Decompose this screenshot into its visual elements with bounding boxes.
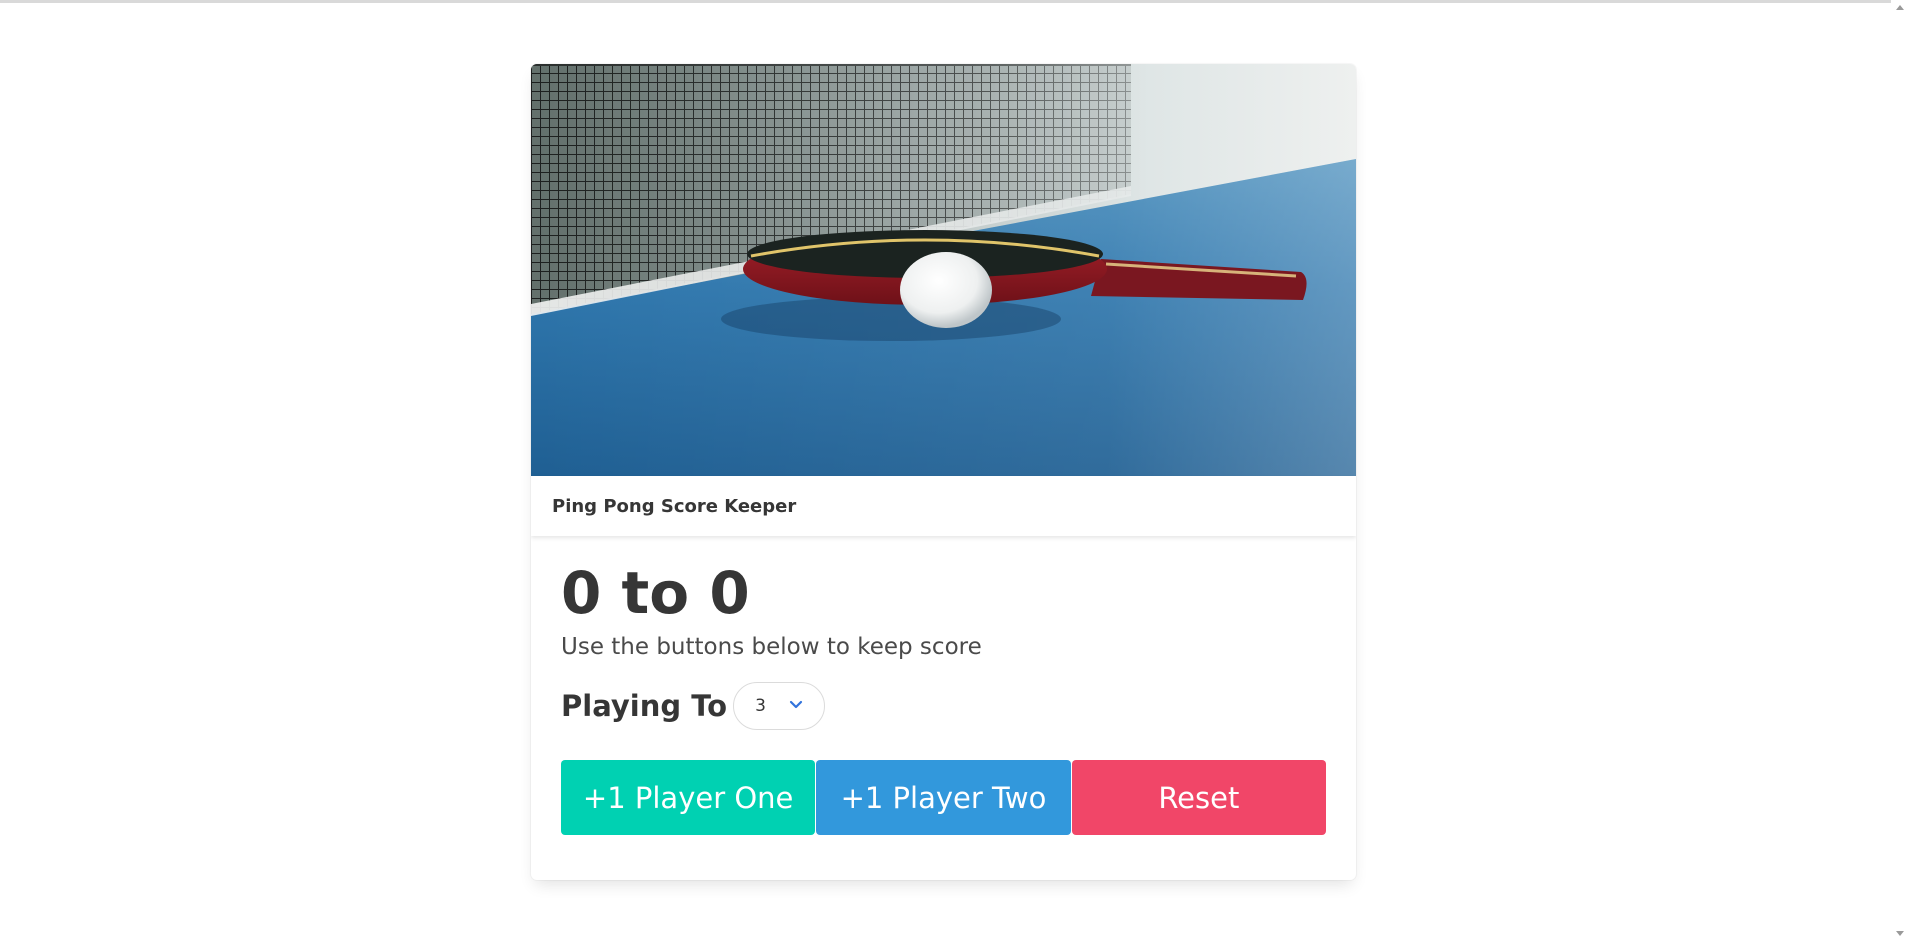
scroll-up-icon[interactable] xyxy=(1896,5,1904,10)
score-buttons: +1 Player One +1 Player Two Reset xyxy=(561,760,1326,835)
card-content: 0 to 0 Use the buttons below to keep sco… xyxy=(561,564,1326,835)
playing-to-selected-value: 3 xyxy=(755,696,766,716)
playing-to-row: Playing To 3 xyxy=(561,682,1326,730)
playing-to-select[interactable]: 3 xyxy=(733,682,826,730)
instructions-text: Use the buttons below to keep score xyxy=(561,634,982,660)
chevron-down-icon xyxy=(788,697,804,717)
playing-to-label: Playing To xyxy=(561,689,728,723)
scroll-down-icon[interactable] xyxy=(1896,931,1904,936)
score-display: 0 to 0 xyxy=(561,559,750,627)
score-keeper-card: Ping Pong Score Keeper 0 to 0 Use the bu… xyxy=(531,64,1356,880)
card-header: Ping Pong Score Keeper xyxy=(531,476,1356,536)
player-two-button[interactable]: +1 Player Two xyxy=(816,760,1071,835)
page-scrollbar[interactable] xyxy=(1891,0,1908,941)
card-header-title: Ping Pong Score Keeper xyxy=(552,495,797,517)
reset-button[interactable]: Reset xyxy=(1071,760,1326,835)
top-border xyxy=(0,0,1908,3)
ping-pong-photo xyxy=(531,64,1356,476)
player-one-button[interactable]: +1 Player One xyxy=(561,760,816,835)
